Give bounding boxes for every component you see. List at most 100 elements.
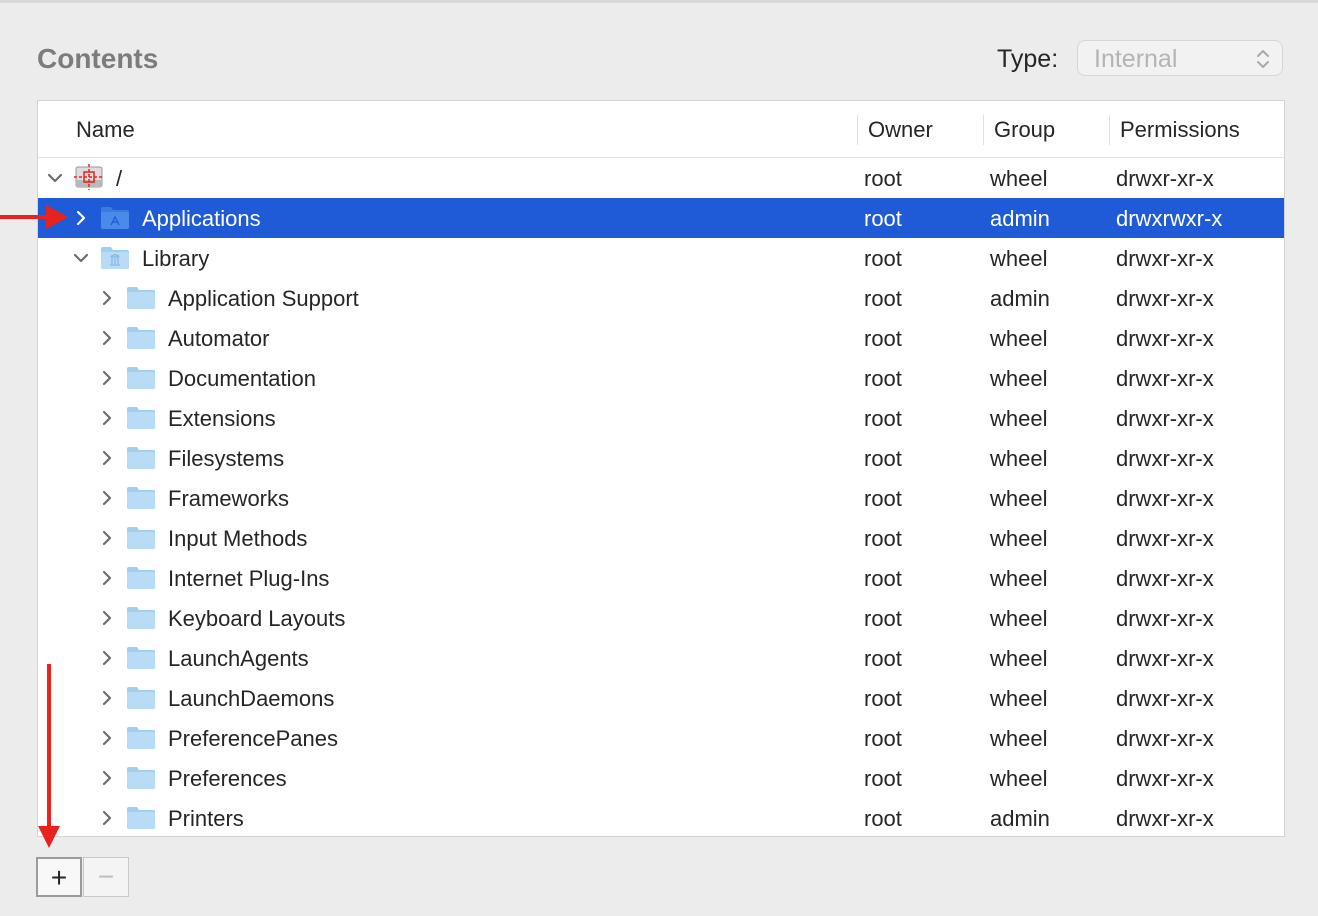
row-owner: root — [864, 566, 902, 591]
row-group: wheel — [990, 606, 1048, 631]
row-group: admin — [990, 206, 1050, 231]
row-owner: root — [864, 646, 902, 671]
table-row[interactable]: Printers root admin drwxr-xr-x — [38, 798, 1284, 836]
table-row[interactable]: Applications root admin drwxrwxr-x — [38, 198, 1284, 238]
row-name: Printers — [168, 806, 244, 831]
row-permissions: drwxr-xr-x — [1116, 606, 1214, 631]
column-divider — [857, 115, 858, 145]
row-name: Internet Plug-Ins — [168, 566, 330, 591]
row-permissions: drwxr-xr-x — [1116, 246, 1214, 271]
row-permissions: drwxr-xr-x — [1116, 566, 1214, 591]
folder-icon — [126, 804, 156, 830]
row-group: admin — [990, 286, 1050, 311]
table-row[interactable]: Documentation root wheel drwxr-xr-x — [38, 358, 1284, 398]
row-name: PreferencePanes — [168, 726, 338, 751]
folder-icon — [126, 564, 156, 590]
permissions-table[interactable]: Name Owner Group Permissions / root wheel d… — [37, 100, 1285, 837]
row-group: wheel — [990, 326, 1048, 351]
table-row[interactable]: Internet Plug-Ins root wheel drwxr-xr-x — [38, 558, 1284, 598]
column-header-permissions[interactable]: Permissions — [1120, 117, 1240, 143]
row-owner: root — [864, 326, 902, 351]
remove-button[interactable]: − — [83, 857, 129, 897]
column-divider — [983, 115, 984, 145]
row-group: admin — [990, 806, 1050, 831]
row-name: Filesystems — [168, 446, 285, 471]
column-divider — [1109, 115, 1110, 145]
row-group: wheel — [990, 526, 1048, 551]
row-group: wheel — [990, 646, 1048, 671]
row-permissions: drwxr-xr-x — [1116, 326, 1214, 351]
folder-icon — [126, 364, 156, 390]
row-permissions: drwxr-xr-x — [1116, 806, 1214, 831]
folder-icon — [126, 444, 156, 470]
folder-icon — [126, 404, 156, 430]
chevron-right-icon[interactable] — [98, 329, 116, 347]
row-permissions: drwxr-xr-x — [1116, 366, 1214, 391]
table-row[interactable]: Automator root wheel drwxr-xr-x — [38, 318, 1284, 358]
chevron-right-icon[interactable] — [98, 409, 116, 427]
table-row[interactable]: Input Methods root wheel drwxr-xr-x — [38, 518, 1284, 558]
table-row[interactable]: Application Support root admin drwxr-xr-x — [38, 278, 1284, 318]
row-group: wheel — [990, 686, 1048, 711]
table-row[interactable]: Keyboard Layouts root wheel drwxr-xr-x — [38, 598, 1284, 638]
row-group: wheel — [990, 406, 1048, 431]
type-label: Type: — [997, 45, 1059, 73]
row-owner: root — [864, 166, 902, 191]
chevron-right-icon[interactable] — [98, 449, 116, 467]
folder-icon — [126, 684, 156, 710]
table-row[interactable]: Preferences root wheel drwxr-xr-x — [38, 758, 1284, 798]
add-button-label: + — [50, 862, 68, 893]
type-select[interactable]: Internal — [1077, 40, 1283, 76]
chevron-down-icon[interactable] — [46, 169, 64, 187]
chevron-right-icon[interactable] — [98, 769, 116, 787]
chevron-right-icon[interactable] — [98, 809, 116, 827]
table-row[interactable]: LaunchDaemons root wheel drwxr-xr-x — [38, 678, 1284, 718]
row-owner: root — [864, 526, 902, 551]
chevron-right-icon[interactable] — [98, 609, 116, 627]
table-row[interactable]: Filesystems root wheel drwxr-xr-x — [38, 438, 1284, 478]
row-group: wheel — [990, 486, 1048, 511]
folder-icon — [126, 644, 156, 670]
chevron-right-icon[interactable] — [98, 569, 116, 587]
add-button[interactable]: + — [36, 857, 82, 897]
chevron-right-icon[interactable] — [98, 729, 116, 747]
chevron-right-icon[interactable] — [98, 689, 116, 707]
add-remove-buttons: + − — [36, 857, 130, 897]
row-name: LaunchDaemons — [168, 686, 335, 711]
table-row[interactable]: PreferencePanes root wheel drwxr-xr-x — [38, 718, 1284, 758]
row-permissions: drwxr-xr-x — [1116, 646, 1214, 671]
chevron-right-icon[interactable] — [98, 489, 116, 507]
row-group: wheel — [990, 726, 1048, 751]
chevron-down-icon[interactable] — [72, 249, 90, 267]
row-name: Library — [142, 246, 210, 271]
table-header: Name Owner Group Permissions — [38, 101, 1284, 158]
row-owner: root — [864, 486, 902, 511]
row-group: wheel — [990, 766, 1048, 791]
row-permissions: drwxr-xr-x — [1116, 406, 1214, 431]
chevron-right-icon[interactable] — [98, 649, 116, 667]
row-owner: root — [864, 606, 902, 631]
table-row[interactable]: Extensions root wheel drwxr-xr-x — [38, 398, 1284, 438]
column-header-owner[interactable]: Owner — [868, 117, 933, 143]
row-name: LaunchAgents — [168, 646, 309, 671]
disk-icon — [74, 164, 104, 190]
row-name: Frameworks — [168, 486, 290, 511]
chevron-right-icon[interactable] — [98, 529, 116, 547]
table-row[interactable]: Frameworks root wheel drwxr-xr-x — [38, 478, 1284, 518]
row-name: Application Support — [168, 286, 359, 311]
table-row[interactable]: / root wheel drwxr-xr-x — [38, 158, 1284, 198]
row-owner: root — [864, 286, 902, 311]
chevron-right-icon[interactable] — [72, 209, 90, 227]
table-row[interactable]: Library root wheel drwxr-xr-x — [38, 238, 1284, 278]
row-name: Input Methods — [168, 526, 308, 551]
row-permissions: drwxr-xr-x — [1116, 686, 1214, 711]
table-row[interactable]: LaunchAgents root wheel drwxr-xr-x — [38, 638, 1284, 678]
column-header-name[interactable]: Name — [76, 117, 135, 143]
chevron-right-icon[interactable] — [98, 369, 116, 387]
row-name: Keyboard Layouts — [168, 606, 346, 631]
folder-icon — [126, 604, 156, 630]
chevron-right-icon[interactable] — [98, 289, 116, 307]
remove-button-label: − — [97, 861, 115, 892]
column-header-group[interactable]: Group — [994, 117, 1055, 143]
row-name: Preferences — [168, 766, 287, 791]
